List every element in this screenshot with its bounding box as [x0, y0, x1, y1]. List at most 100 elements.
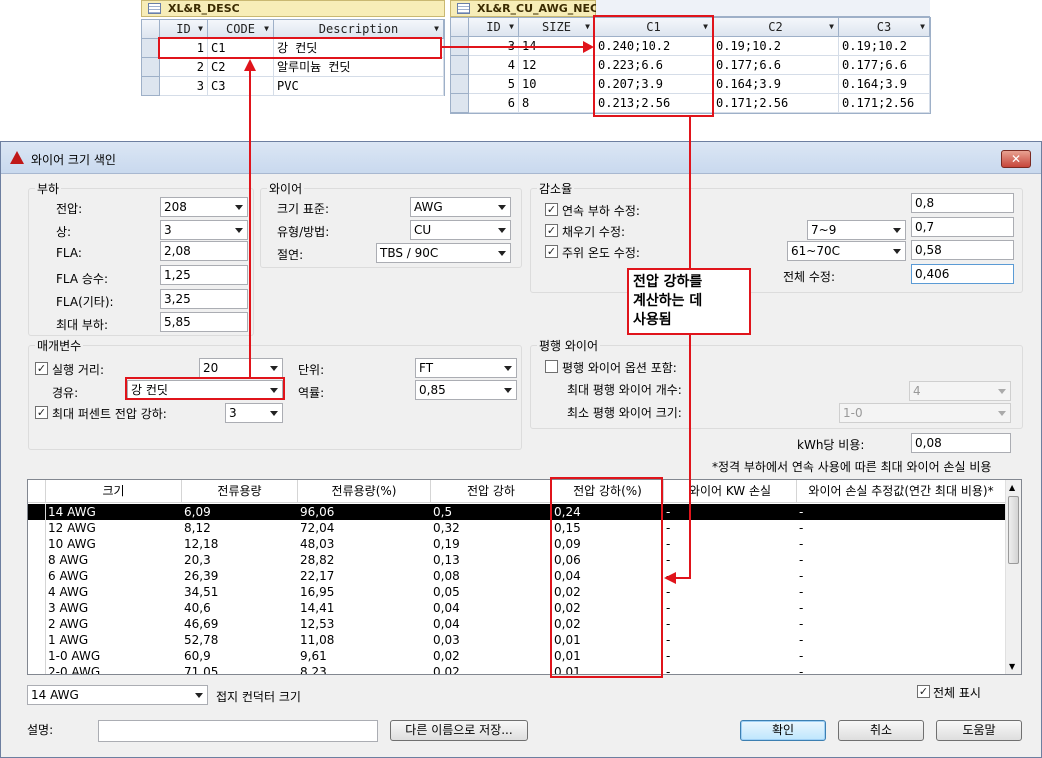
results-col-header[interactable]: 와이어 KW 손실: [664, 480, 797, 503]
row-selector[interactable]: [142, 77, 160, 96]
row-header[interactable]: [28, 584, 46, 600]
show-all-checkbox[interactable]: ✓: [917, 685, 930, 698]
close-button[interactable]: ✕: [1001, 150, 1031, 168]
table-cell[interactable]: 3: [160, 77, 208, 96]
table-row[interactable]: 4 AWG 34,51 16,95 0,05 0,02- -: [28, 584, 1006, 600]
table-cell[interactable]: C2: [208, 58, 274, 77]
save-as-button[interactable]: 다른 이름으로 저장...: [390, 720, 528, 741]
ambient-temp-checkbox[interactable]: ✓: [545, 245, 558, 258]
insulation-select[interactable]: TBS / 90C: [376, 243, 511, 263]
results-col-header[interactable]: 크기: [46, 480, 182, 503]
ambient-temp-select[interactable]: 61~70C: [787, 241, 906, 261]
results-col-header[interactable]: 와이어 손실 추정값(연간 최대 비용)*: [797, 480, 1006, 503]
table-row[interactable]: 3 AWG 40,6 14,41 0,04 0,02- -: [28, 600, 1006, 616]
voltage-select[interactable]: 208: [160, 197, 248, 217]
table-cell[interactable]: 12: [519, 56, 595, 75]
table-cell[interactable]: C3: [208, 77, 274, 96]
max-load-field[interactable]: 5,85: [160, 312, 248, 332]
table-cell[interactable]: 0.164;3.9: [713, 75, 839, 94]
col-header-c2[interactable]: C2 ▼: [713, 18, 839, 37]
table-cell[interactable]: 4: [469, 56, 519, 75]
table-cell[interactable]: PVC: [274, 77, 444, 96]
chevron-down-icon[interactable]: ▼: [434, 20, 439, 38]
max-parallel-count-select[interactable]: 4: [909, 381, 1011, 401]
wire-type-select[interactable]: CU: [410, 220, 511, 240]
table-cell[interactable]: 0.171;2.56: [839, 94, 930, 113]
run-distance-checkbox[interactable]: ✓: [35, 362, 48, 375]
table-cell[interactable]: 6: [469, 94, 519, 113]
fill-correction-checkbox[interactable]: ✓: [545, 224, 558, 237]
row-header[interactable]: [28, 648, 46, 664]
description-field[interactable]: [98, 720, 378, 742]
help-button[interactable]: 도움말: [936, 720, 1022, 741]
table-cell[interactable]: 5: [469, 75, 519, 94]
row-selector[interactable]: [451, 94, 469, 113]
continuous-load-checkbox[interactable]: ✓: [545, 203, 558, 216]
continuous-load-field[interactable]: 0,8: [911, 193, 1014, 213]
size-standard-select[interactable]: AWG: [410, 197, 511, 217]
total-correction-field[interactable]: 0,406: [911, 264, 1014, 284]
table-row[interactable]: 10 AWG 12,18 48,03 0,19 0,09- -: [28, 536, 1006, 552]
row-header[interactable]: [28, 504, 46, 520]
table-row[interactable]: 1-0 AWG 60,9 9,61 0,02 0,01- -: [28, 648, 1006, 664]
row-header[interactable]: [28, 600, 46, 616]
run-distance-select[interactable]: 20: [199, 358, 283, 378]
scroll-up-icon[interactable]: ▲: [1009, 483, 1015, 492]
max-drop-select[interactable]: 3: [225, 403, 283, 423]
fla-field[interactable]: 2,08: [160, 241, 248, 261]
vertical-scrollbar[interactable]: ▲ ▼: [1005, 480, 1021, 674]
row-selector[interactable]: [451, 56, 469, 75]
fill-correction-field[interactable]: 0,7: [911, 217, 1014, 237]
fla-other-field[interactable]: 3,25: [160, 289, 248, 309]
row-header[interactable]: [28, 632, 46, 648]
table-cell[interactable]: 10: [519, 75, 595, 94]
row-header[interactable]: [28, 664, 46, 674]
col-header-c3[interactable]: C3 ▼: [839, 18, 930, 37]
table-row[interactable]: 6 AWG 26,39 22,17 0,08 0,04- -: [28, 568, 1006, 584]
chevron-down-icon[interactable]: ▼: [198, 20, 203, 38]
table-cell[interactable]: 0.164;3.9: [839, 75, 930, 94]
chevron-down-icon[interactable]: ▼: [829, 18, 834, 36]
table-row[interactable]: 8 AWG 20,3 28,82 0,13 0,06- -: [28, 552, 1006, 568]
row-header[interactable]: [28, 520, 46, 536]
results-col-header[interactable]: 전류용량: [182, 480, 298, 503]
row-header[interactable]: [28, 552, 46, 568]
fla-multiplier-field[interactable]: 1,25: [160, 265, 248, 285]
scrollbar-thumb[interactable]: [1008, 496, 1019, 564]
table-row[interactable]: 12 AWG 8,12 72,04 0,32 0,15- -: [28, 520, 1006, 536]
table-cell[interactable]: 알루미늄 컨딧: [274, 58, 444, 77]
chevron-down-icon[interactable]: ▼: [509, 18, 514, 36]
fill-correction-select[interactable]: 7~9: [807, 220, 906, 240]
scroll-down-icon[interactable]: ▼: [1009, 662, 1015, 671]
row-selector[interactable]: [451, 75, 469, 94]
table-cell[interactable]: 0.177;6.6: [713, 56, 839, 75]
table-row[interactable]: 1 AWG 52,78 11,08 0,03 0,01- -: [28, 632, 1006, 648]
table-cell[interactable]: 8: [519, 94, 595, 113]
table-cell[interactable]: 0.19;10.2: [713, 37, 839, 56]
chevron-down-icon[interactable]: ▼: [585, 18, 590, 36]
kwh-cost-field[interactable]: 0,08: [911, 433, 1011, 453]
ground-conductor-select[interactable]: 14 AWG: [27, 685, 208, 705]
table-cell[interactable]: 0.19;10.2: [839, 37, 930, 56]
col-header-size[interactable]: SIZE ▼: [519, 18, 595, 37]
ok-button[interactable]: 확인: [740, 720, 826, 741]
chevron-down-icon[interactable]: ▼: [920, 18, 925, 36]
phase-select[interactable]: 3: [160, 220, 248, 240]
col-header-id[interactable]: ID ▼: [469, 18, 519, 37]
unit-select[interactable]: FT: [415, 358, 517, 378]
table-cell[interactable]: 0.171;2.56: [713, 94, 839, 113]
include-parallel-checkbox[interactable]: [545, 360, 558, 373]
min-parallel-size-select[interactable]: 1-0: [839, 403, 1011, 423]
max-drop-checkbox[interactable]: ✓: [35, 406, 48, 419]
cancel-button[interactable]: 취소: [838, 720, 924, 741]
table-cell[interactable]: 0.177;6.6: [839, 56, 930, 75]
ambient-temp-field[interactable]: 0,58: [911, 240, 1014, 260]
row-header[interactable]: [28, 536, 46, 552]
power-factor-select[interactable]: 0,85: [415, 380, 517, 400]
table-row[interactable]: 14 AWG 6,09 96,06 0,5 0,24- -: [28, 504, 1006, 520]
results-col-header[interactable]: 전류용량(%): [298, 480, 431, 503]
table-row[interactable]: 2 AWG 46,69 12,53 0,04 0,02- -: [28, 616, 1006, 632]
table-cell[interactable]: 2: [160, 58, 208, 77]
row-header[interactable]: [28, 568, 46, 584]
results-col-header[interactable]: 전압 강하: [431, 480, 552, 503]
